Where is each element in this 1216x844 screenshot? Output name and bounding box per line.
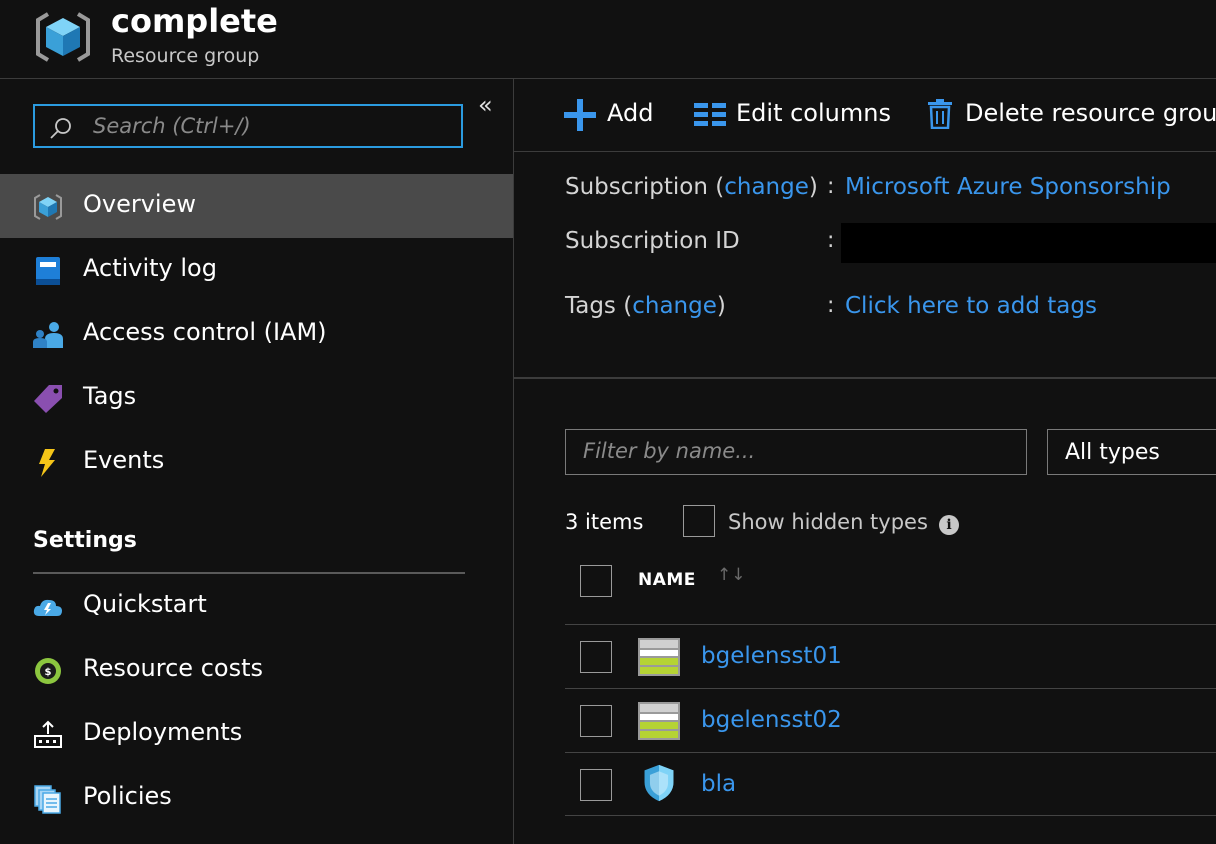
command-bar: Add Edit columns Delete resource group (514, 79, 1216, 152)
access-control-icon (33, 322, 63, 348)
sidebar-item-label: Overview (83, 190, 196, 218)
storage-account-icon (638, 702, 680, 740)
search-icon (50, 118, 71, 139)
page-title: complete (111, 2, 278, 40)
settings-heading: Settings (33, 528, 137, 553)
sidebar-item-deployments[interactable]: Deployments (0, 702, 513, 766)
tags-label: Tags (change) (565, 293, 726, 319)
separator: : (827, 228, 835, 253)
tags-change-link[interactable]: change (632, 293, 717, 319)
resource-name-link[interactable]: bla (701, 771, 736, 797)
row-divider (565, 688, 1216, 689)
sidebar-item-policies[interactable]: Policies (0, 766, 513, 830)
delete-resource-group-button[interactable]: Delete resource group (928, 97, 1216, 133)
type-filter-select[interactable]: All types (1047, 429, 1216, 475)
sidebar-item-label: Quickstart (83, 590, 207, 618)
sidebar: Search (Ctrl+/) « Overview Activity log … (0, 79, 514, 844)
page-subtitle: Resource group (111, 45, 260, 67)
storage-account-icon (638, 638, 680, 676)
edit-columns-label: Edit columns (736, 99, 891, 127)
subscription-value-link[interactable]: Microsoft Azure Sponsorship (845, 174, 1171, 200)
quickstart-cloud-icon (33, 599, 62, 616)
search-placeholder: Search (Ctrl+/) (93, 114, 251, 138)
resource-name-link[interactable]: bgelensst01 (701, 643, 842, 669)
filter-by-name-input[interactable]: Filter by name... (565, 429, 1027, 475)
resource-group-icon (34, 194, 62, 220)
sidebar-item-label: Events (83, 446, 165, 474)
essentials-divider (514, 377, 1216, 379)
row-checkbox[interactable] (580, 705, 612, 737)
sidebar-item-label: Deployments (83, 718, 243, 746)
row-checkbox[interactable] (580, 641, 612, 673)
plus-icon (564, 99, 596, 131)
sidebar-item-label: Activity log (83, 254, 217, 282)
sidebar-item-tags[interactable]: Tags (0, 366, 513, 430)
row-divider (565, 815, 1216, 816)
trash-icon (928, 99, 952, 129)
select-all-checkbox[interactable] (580, 565, 612, 597)
security-shield-icon (644, 764, 674, 802)
sidebar-item-quickstart[interactable]: Quickstart (0, 574, 513, 638)
subscription-label: Subscription (change) (565, 174, 818, 200)
activity-log-icon (36, 257, 60, 285)
edit-columns-button[interactable]: Edit columns (694, 97, 914, 133)
sidebar-item-access-control[interactable]: Access control (IAM) (0, 302, 513, 366)
show-hidden-types-checkbox[interactable] (683, 505, 715, 537)
resource-name-link[interactable]: bgelensst02 (701, 707, 842, 733)
columns-icon (694, 103, 726, 126)
cost-icon: $ (35, 658, 61, 684)
subscription-id-redacted (841, 223, 1216, 263)
name-column-header[interactable]: NAME (638, 570, 696, 590)
row-divider (565, 624, 1216, 625)
add-tags-link[interactable]: Click here to add tags (845, 293, 1097, 319)
sort-icon[interactable]: ↑↓ (717, 565, 746, 585)
add-label: Add (607, 99, 654, 127)
sidebar-item-resource-costs[interactable]: $ Resource costs (0, 638, 513, 702)
subscription-id-label: Subscription ID (565, 228, 740, 254)
sidebar-item-label: Resource costs (83, 654, 263, 682)
sidebar-item-label: Policies (83, 782, 172, 810)
sidebar-item-label: Access control (IAM) (83, 318, 327, 346)
policies-icon (34, 785, 61, 814)
row-divider (565, 752, 1216, 753)
separator: : (827, 293, 835, 318)
sidebar-item-events[interactable]: Events (0, 430, 513, 494)
row-checkbox[interactable] (580, 769, 612, 801)
delete-resource-group-label: Delete resource group (965, 99, 1216, 127)
subscription-change-link[interactable]: change (724, 174, 809, 200)
items-count: 3 items (565, 510, 644, 534)
show-hidden-types-label: Show hidden types (728, 510, 928, 534)
deployments-icon (34, 720, 62, 748)
type-filter-value: All types (1065, 440, 1160, 465)
sidebar-item-activity-log[interactable]: Activity log (0, 238, 513, 302)
sidebar-item-overview[interactable]: Overview (0, 174, 513, 238)
info-icon[interactable]: i (939, 515, 959, 535)
add-button[interactable]: Add (564, 97, 714, 133)
resource-group-icon (36, 12, 90, 62)
filter-placeholder: Filter by name... (583, 439, 756, 463)
svg-text:$: $ (45, 667, 52, 678)
tag-icon (34, 385, 62, 413)
sidebar-item-label: Tags (83, 382, 137, 410)
page-header: complete Resource group (0, 0, 1216, 79)
lightning-icon (39, 449, 55, 477)
search-input[interactable]: Search (Ctrl+/) (33, 104, 463, 148)
collapse-sidebar-icon[interactable]: « (478, 91, 493, 119)
separator: : (827, 174, 835, 199)
